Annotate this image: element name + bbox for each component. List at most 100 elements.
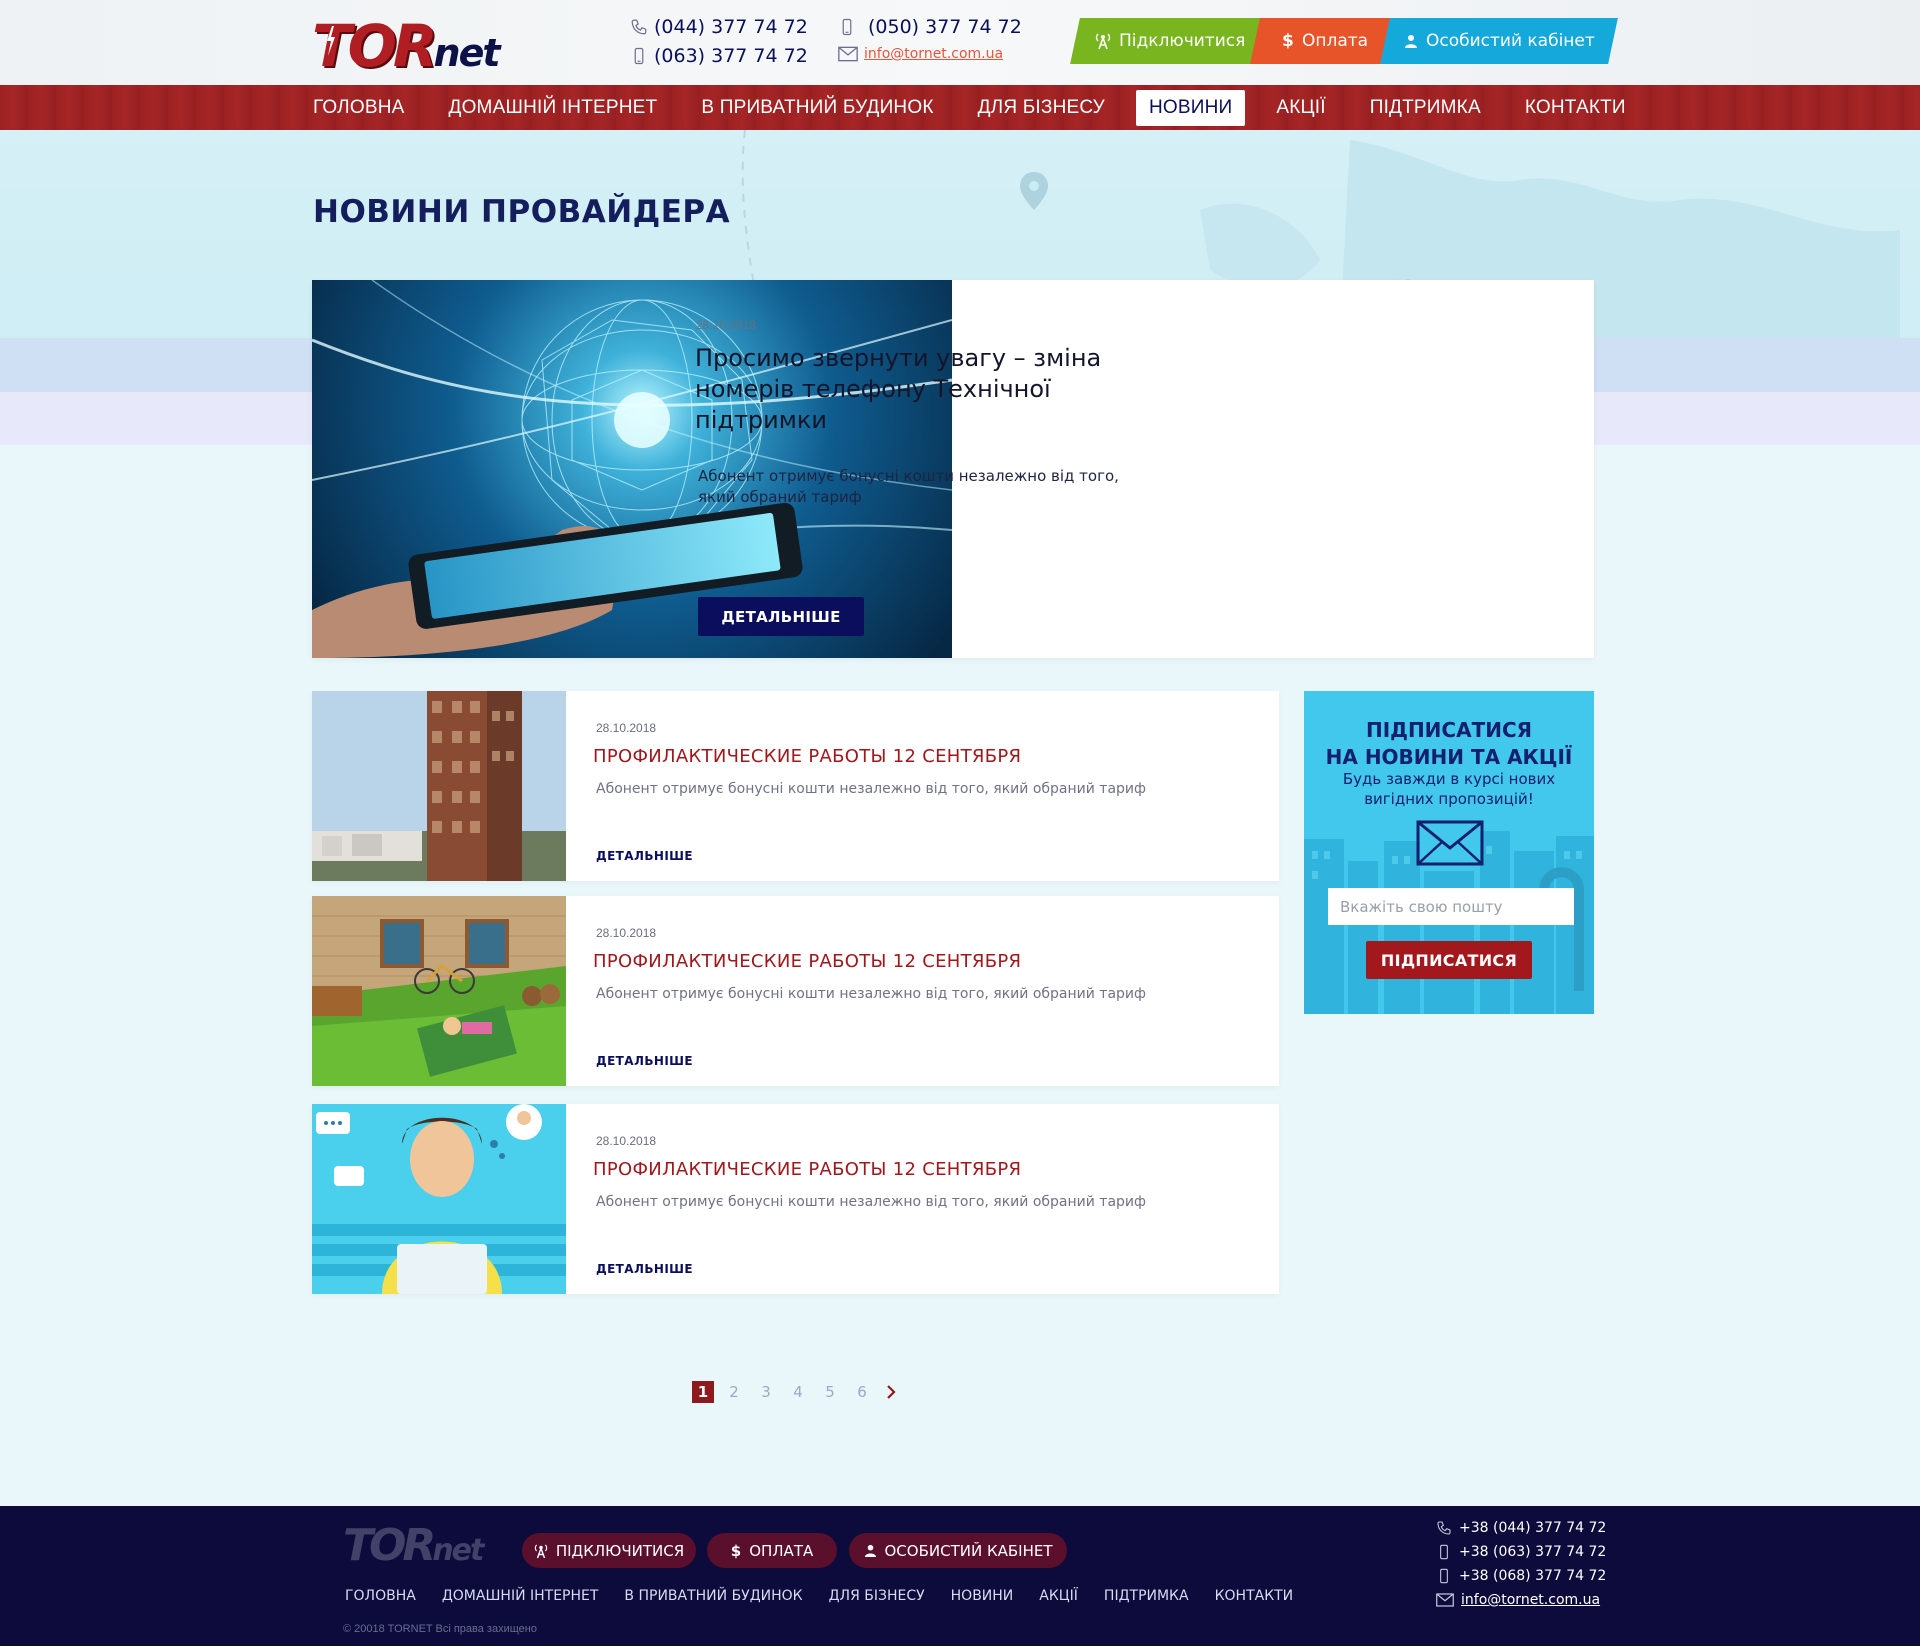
footer-email-link[interactable]: info@tornet.com.ua bbox=[1461, 1592, 1600, 1608]
news-title[interactable]: ПРОФИЛАКТИЧЕСКИЕ РАБОТЫ 12 СЕНТЯБРЯ bbox=[593, 746, 1021, 767]
mobile-icon bbox=[1440, 1544, 1448, 1560]
dollar-icon: $ bbox=[730, 1541, 742, 1560]
news-image[interactable] bbox=[312, 1104, 566, 1294]
footer-cabinet-label: ОСОБИСТИЙ КАБІНЕТ bbox=[884, 1541, 1053, 1560]
news-date: 28.10.2018 bbox=[596, 1134, 657, 1148]
tornet-logo[interactable]: TORnet bbox=[312, 12, 520, 80]
page-link[interactable]: 4 bbox=[782, 1381, 814, 1403]
news-details-link[interactable]: ДЕТАЛЬНІШЕ bbox=[596, 849, 693, 863]
footer-nav-contacts[interactable]: КОНТАКТИ bbox=[1215, 1588, 1294, 1604]
logo-net-text: net bbox=[433, 31, 501, 75]
footer-phone-2[interactable]: +38 (063) 377 74 72 bbox=[1436, 1544, 1606, 1560]
footer-nav-home[interactable]: ГОЛОВНА bbox=[345, 1588, 416, 1604]
user-icon bbox=[1404, 35, 1417, 48]
footer-payment-label: ОПЛАТА bbox=[749, 1541, 814, 1560]
subscribe-widget: ПІДПИСАТИСЯ НА НОВИНИ ТА АКЦІЇ Будь завж… bbox=[1304, 691, 1594, 1014]
footer: TORnet ПІДКЛЮЧИТИСЯ $ ОПЛАТА ОСОБИСТИЙ К… bbox=[0, 1506, 1920, 1646]
news-card: 28.10.2018 ПРОФИЛАКТИЧЕСКИЕ РАБОТЫ 12 СЕ… bbox=[312, 1104, 1279, 1294]
connect-button[interactable]: Підключитися bbox=[1070, 18, 1270, 64]
news-date: 28.10.2018 bbox=[596, 926, 657, 940]
news-card: 28.10.2018 ПРОФИЛАКТИЧЕСКИЕ РАБОТЫ 12 СЕ… bbox=[312, 896, 1279, 1086]
footer-connect-button[interactable]: ПІДКЛЮЧИТИСЯ bbox=[522, 1533, 696, 1568]
news-title[interactable]: ПРОФИЛАКТИЧЕСКИЕ РАБОТЫ 12 СЕНТЯБРЯ bbox=[593, 1159, 1021, 1180]
footer-nav: ГОЛОВНА ДОМАШНІЙ ІНТЕРНЕТ В ПРИВАТНИЙ БУ… bbox=[345, 1588, 1319, 1604]
subscribe-text: Будь завжди в курсі нових вигідних пропо… bbox=[1304, 769, 1594, 809]
subscribe-title-line: ПІДПИСАТИСЯ bbox=[1365, 718, 1533, 742]
email-link[interactable]: info@tornet.com.ua bbox=[864, 46, 1003, 62]
nav-item-contacts[interactable]: КОНТАКТИ bbox=[1512, 90, 1639, 126]
phone-icon bbox=[631, 19, 647, 35]
cabinet-button-label: Особистий кабінет bbox=[1425, 31, 1595, 51]
subscribe-button[interactable]: ПІДПИСАТИСЯ bbox=[1366, 941, 1532, 979]
footer-nav-news[interactable]: НОВИНИ bbox=[951, 1588, 1014, 1604]
next-page-button[interactable] bbox=[878, 1381, 904, 1403]
footer-nav-support[interactable]: ПІДТРИМКА bbox=[1104, 1588, 1189, 1604]
subscribe-text-line: вигідних пропозицій! bbox=[1364, 790, 1534, 808]
page-link[interactable]: 2 bbox=[718, 1381, 750, 1403]
footer-phone-1[interactable]: +38 (044) 377 74 72 bbox=[1436, 1520, 1606, 1536]
nav-item-home[interactable]: ГОЛОВНА bbox=[300, 90, 418, 126]
news-image[interactable] bbox=[312, 896, 566, 1086]
footer-nav-private-house[interactable]: В ПРИВАТНИЙ БУДИНОК bbox=[624, 1588, 802, 1604]
nav-item-promotions[interactable]: АКЦІЇ bbox=[1263, 90, 1338, 126]
news-image[interactable] bbox=[312, 691, 566, 881]
footer-cabinet-button[interactable]: ОСОБИСТИЙ КАБІНЕТ bbox=[849, 1533, 1067, 1568]
email-contact[interactable]: info@tornet.com.ua bbox=[838, 46, 1003, 62]
nav-item-support[interactable]: ПІДТРИМКА bbox=[1357, 90, 1494, 126]
user-icon bbox=[864, 1544, 876, 1557]
page-link[interactable]: 3 bbox=[750, 1381, 782, 1403]
page-link[interactable]: 6 bbox=[846, 1381, 878, 1403]
phone-number: (063) 377 74 72 bbox=[654, 45, 808, 67]
house-lawn-illustration bbox=[312, 896, 566, 1086]
subscribe-title-line: НА НОВИНИ ТА АКЦІЇ bbox=[1325, 745, 1573, 769]
connect-button-label: Підключитися bbox=[1118, 31, 1246, 51]
subscribe-email-input[interactable] bbox=[1328, 888, 1574, 925]
news-details-link[interactable]: ДЕТАЛЬНІШЕ bbox=[596, 1262, 693, 1276]
footer-logo[interactable]: TORnet bbox=[343, 1520, 503, 1571]
nav-item-business[interactable]: ДЛЯ БІЗНЕСУ bbox=[965, 90, 1118, 126]
footer-nav-promotions[interactable]: АКЦІЇ bbox=[1039, 1588, 1078, 1604]
header-topbar: TORnet (044) 377 74 72 (063) 377 74 72 (… bbox=[0, 0, 1920, 85]
dollar-icon: $ bbox=[1282, 31, 1294, 51]
phone-contact-2[interactable]: (063) 377 74 72 bbox=[630, 45, 808, 67]
news-details-link[interactable]: ДЕТАЛЬНІШЕ bbox=[596, 1054, 693, 1068]
footer-phone-number: +38 (068) 377 74 72 bbox=[1459, 1568, 1607, 1584]
news-excerpt: Абонент отримує бонусні кошти незалежно … bbox=[596, 986, 1146, 1002]
mobile-icon bbox=[842, 18, 852, 36]
page-link-current[interactable]: 1 bbox=[692, 1381, 714, 1403]
news-card: 28.10.2018 ПРОФИЛАКТИЧЕСКИЕ РАБОТЫ 12 СЕ… bbox=[312, 691, 1279, 881]
mobile-icon bbox=[634, 47, 644, 65]
cabinet-button[interactable]: Особистий кабінет bbox=[1380, 18, 1618, 64]
antenna-icon bbox=[534, 1543, 548, 1558]
logo-net-text: net bbox=[432, 1533, 484, 1568]
news-date: 28.10.2018 bbox=[596, 721, 657, 735]
nav-item-private-house[interactable]: В ПРИВАТНИЙ БУДИНОК bbox=[688, 90, 946, 126]
phone-contact-3[interactable]: (050) 377 74 72 bbox=[838, 16, 1022, 38]
main-nav: ГОЛОВНА ДОМАШНІЙ ІНТЕРНЕТ В ПРИВАТНИЙ БУ… bbox=[0, 85, 1920, 130]
footer-nav-business[interactable]: ДЛЯ БІЗНЕСУ bbox=[829, 1588, 925, 1604]
footer-payment-button[interactable]: $ ОПЛАТА bbox=[707, 1533, 837, 1568]
footer-phone-3[interactable]: +38 (068) 377 74 72 bbox=[1436, 1568, 1606, 1584]
news-excerpt: Абонент отримує бонусні кошти незалежно … bbox=[596, 1194, 1146, 1210]
news-excerpt: Абонент отримує бонусні кошти незалежно … bbox=[596, 781, 1146, 797]
footer-email[interactable]: info@tornet.com.ua bbox=[1436, 1592, 1600, 1608]
footer-nav-home-internet[interactable]: ДОМАШНІЙ ІНТЕРНЕТ bbox=[442, 1588, 599, 1604]
chevron-right-icon bbox=[887, 1385, 896, 1399]
nav-item-news[interactable]: НОВИНИ bbox=[1135, 89, 1246, 126]
lightning-icon bbox=[327, 26, 335, 56]
featured-news-title[interactable]: Просимо звернути увагу – зміна номерів т… bbox=[695, 343, 1155, 436]
payment-button[interactable]: $ Оплата bbox=[1250, 18, 1400, 64]
envelope-icon bbox=[838, 46, 858, 62]
payment-button-label: Оплата bbox=[1301, 31, 1368, 51]
phone-contact-1[interactable]: (044) 377 74 72 bbox=[630, 16, 808, 38]
footer-phone-number: +38 (063) 377 74 72 bbox=[1459, 1544, 1607, 1560]
envelope-icon bbox=[1436, 1593, 1454, 1607]
featured-news-excerpt: Абонент отримує бонусні кошти незалежно … bbox=[698, 467, 1119, 506]
page-link[interactable]: 5 bbox=[814, 1381, 846, 1403]
nav-item-home-internet[interactable]: ДОМАШНІЙ ІНТЕРНЕТ bbox=[436, 90, 671, 126]
page-title: НОВИНИ ПРОВАЙДЕРА bbox=[313, 194, 731, 230]
subscribe-title: ПІДПИСАТИСЯ НА НОВИНИ ТА АКЦІЇ bbox=[1304, 717, 1594, 771]
main-nav-items: ГОЛОВНА ДОМАШНІЙ ІНТЕРНЕТ В ПРИВАТНИЙ БУ… bbox=[300, 85, 1657, 130]
news-title[interactable]: ПРОФИЛАКТИЧЕСКИЕ РАБОТЫ 12 СЕНТЯБРЯ bbox=[593, 951, 1021, 972]
featured-details-button[interactable]: ДЕТАЛЬНІШЕ bbox=[698, 597, 864, 636]
